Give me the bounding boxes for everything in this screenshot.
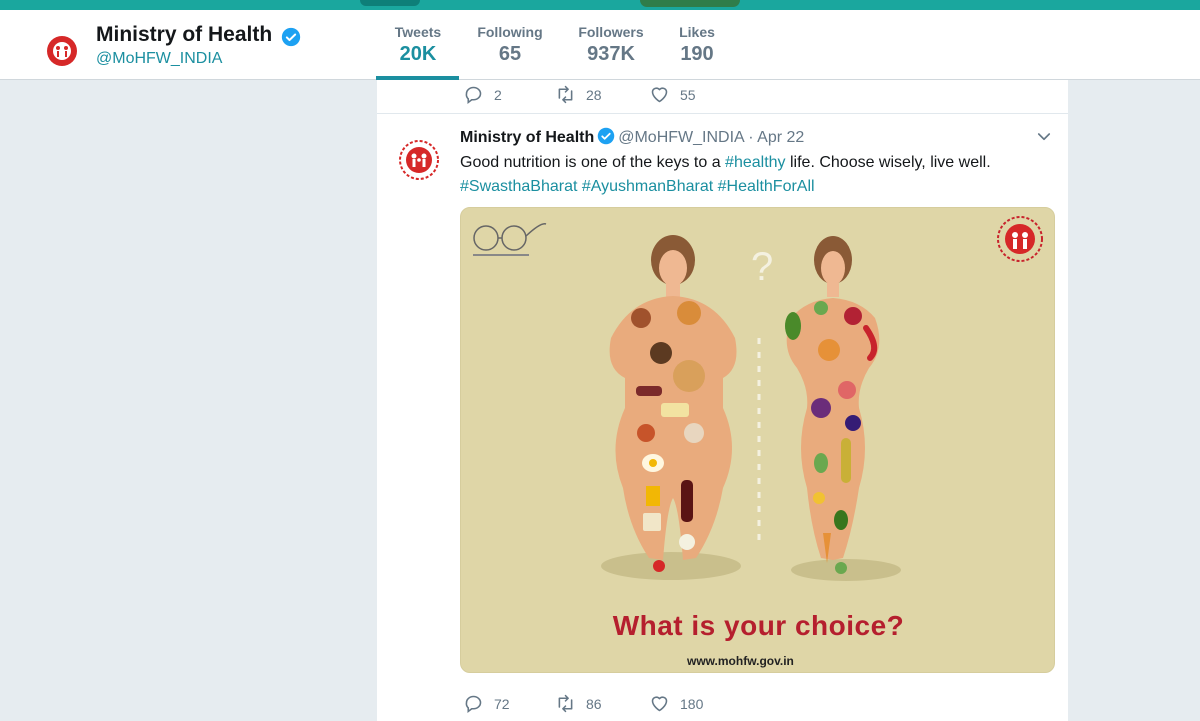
avatar[interactable] [44,33,80,69]
tweet-media-image[interactable]: ? What is your choice? www.mohfw.gov.in [460,207,1055,673]
verified-icon [281,27,301,47]
profile-handle[interactable]: @MoHFW_INDIA [96,50,222,68]
verified-icon [597,127,615,145]
tweet-text-part: Good nutrition is one of the keys to a [460,154,726,171]
reply-button[interactable]: 2 [463,84,502,105]
retweet-button[interactable]: 86 [555,693,602,714]
nhm-logo-icon [399,140,439,180]
media-question-text: What is your choice? [612,610,905,641]
tab-likes[interactable]: Likes 190 [674,24,720,66]
like-count: 180 [680,695,704,712]
reply-button[interactable]: 72 [463,693,510,714]
retweet-icon [558,85,573,104]
reply-icon [465,695,482,713]
stat-value: 937K [587,43,635,65]
tweet-text: Good nutrition is one of the keys to a #… [460,151,1040,199]
nutrition-illustration: ? [473,216,1043,581]
stat-value: 20K [399,43,437,65]
media-url-text: www.mohfw.gov.in [687,654,794,668]
tweet-handle-date[interactable]: @MoHFW_INDIA · Apr 22 [618,129,804,146]
swachh-bharat-logo [473,223,547,251]
stat-label: Following [477,24,543,40]
like-button[interactable]: 180 [649,693,703,714]
retweet-count: 28 [586,86,602,103]
unhealthy-figure [609,235,737,572]
header-banner [0,0,1200,10]
retweet-button[interactable]: 28 [555,84,602,105]
like-count: 55 [680,86,696,103]
retweet-count: 86 [586,695,602,712]
tweet-header: Ministry of Health @MoHFW_INDIA · Apr 22 [460,127,804,147]
banner-image-fragment [640,0,740,7]
chevron-down-icon[interactable] [1035,128,1053,146]
nhm-logo-icon [997,216,1043,262]
svg-text:?: ? [751,245,773,289]
profile-nav-bar: Ministry of Health @MoHFW_INDIA Tweets 2… [0,10,1200,80]
reply-count: 2 [494,86,502,103]
reply-icon [465,86,482,104]
like-icon [651,87,668,103]
healthy-figure [785,236,880,574]
hashtag-links[interactable]: #SwasthaBharat #AyushmanBharat #HealthFo… [460,178,815,195]
like-icon [651,696,668,712]
tab-followers[interactable]: Followers 937K [575,24,647,66]
stat-value: 190 [680,43,714,65]
tweet-author-name[interactable]: Ministry of Health [460,129,594,146]
nhm-logo-icon [47,36,77,66]
tweet-avatar[interactable] [395,136,443,184]
stat-label: Followers [578,24,644,40]
retweet-icon [558,694,573,713]
divider [377,113,1068,114]
stat-value: 65 [498,43,522,65]
tab-following[interactable]: Following 65 [474,24,546,66]
stat-label: Likes [679,24,715,40]
tweet-actions: 72 86 180 [463,693,823,713]
stat-label: Tweets [394,24,442,40]
banner-image-fragment [360,0,420,6]
like-button[interactable]: 55 [649,84,696,105]
prev-tweet-actions: 2 28 55 [463,84,823,104]
timeline: 2 28 55 Ministry of Health @MoHFW_INDIA ·… [377,80,1068,721]
profile-name[interactable]: Ministry of Health [96,23,272,47]
tweet-text-part: life. Choose wisely, live well. [785,154,991,171]
tab-tweets[interactable]: Tweets 20K [389,24,447,66]
hashtag-link[interactable]: #healthy [725,154,786,171]
reply-count: 72 [494,695,510,712]
